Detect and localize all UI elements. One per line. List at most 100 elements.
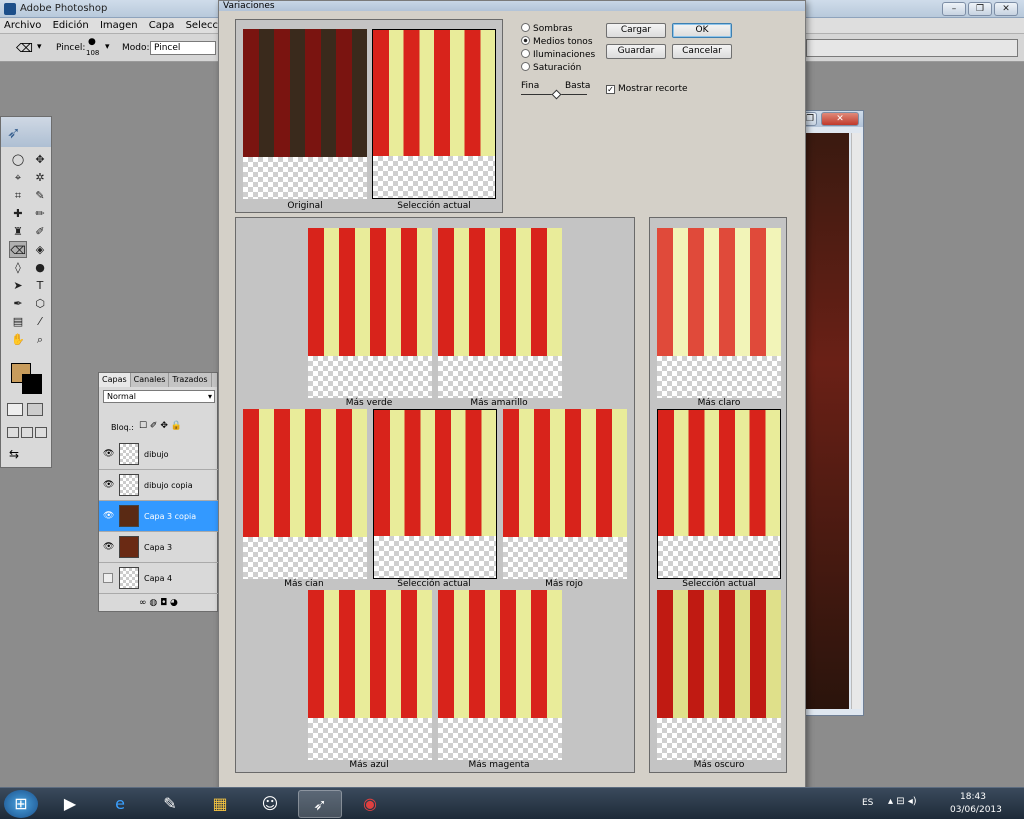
chrome-icon[interactable]: ◉: [348, 790, 392, 818]
notes-icon[interactable]: ▤: [9, 313, 27, 330]
history-brush-icon[interactable]: ✐: [31, 223, 49, 240]
bucket-icon[interactable]: ◈: [31, 241, 49, 258]
document-canvas[interactable]: [805, 133, 849, 709]
layer-row-capa-4[interactable]: Capa 4: [99, 563, 219, 594]
screen-mode-3-icon[interactable]: [35, 427, 47, 438]
layer-row-dibujo[interactable]: 👁 dibujo: [99, 439, 219, 470]
layer-name: Capa 3: [144, 543, 173, 552]
zoom-icon[interactable]: ⌕: [31, 331, 49, 348]
standard-mode-icon[interactable]: [7, 403, 23, 416]
ok-button[interactable]: OK: [672, 23, 732, 38]
eyedropper-icon[interactable]: ✎: [31, 187, 49, 204]
layer-footer-icons[interactable]: ∞ ◍ ◘ ◕: [139, 598, 178, 608]
polygon-lasso-icon[interactable]: ⌖: [9, 169, 27, 186]
tool-preset-chevron-down-icon[interactable]: ▾: [37, 42, 42, 52]
close-button[interactable]: ✕: [994, 2, 1018, 16]
tab-canales[interactable]: Canales: [131, 373, 170, 387]
variation-mas-amarillo[interactable]: [438, 228, 562, 398]
screen-mode-2-icon[interactable]: [21, 427, 33, 438]
brush-icon[interactable]: ✏: [31, 205, 49, 222]
radio-medios-tonos[interactable]: Medios tonos: [521, 36, 593, 47]
current-thumbnail[interactable]: [372, 29, 496, 199]
internet-explorer-icon[interactable]: e: [98, 790, 142, 818]
original-thumbnail[interactable]: [243, 29, 367, 199]
tray-icons[interactable]: ▴ ⊟ ◂): [888, 796, 917, 807]
quick-mask-icon[interactable]: [27, 403, 43, 416]
layer-row-dibujo-copia[interactable]: 👁 dibujo copia: [99, 470, 219, 501]
brightness-current[interactable]: [657, 409, 781, 579]
media-player-icon[interactable]: ▶: [48, 790, 92, 818]
jump-to-imageready-icon[interactable]: ⇆: [9, 447, 19, 461]
eye-icon[interactable]: 👁: [103, 511, 114, 521]
pen-icon[interactable]: ✒: [9, 295, 27, 312]
eyedropper2-icon[interactable]: ⁄: [31, 313, 49, 330]
restore-button[interactable]: ❐: [968, 2, 992, 16]
messenger-icon[interactable]: ☺: [248, 790, 292, 818]
variation-mas-claro[interactable]: [657, 228, 781, 398]
dodge-icon[interactable]: ●: [31, 259, 49, 276]
doc-scrollbar[interactable]: [851, 133, 861, 709]
lock-icons[interactable]: ☐ ✐ ✥ 🔒: [139, 421, 182, 431]
magic-wand-icon[interactable]: ✲: [31, 169, 49, 186]
radio-saturacion[interactable]: Saturación: [521, 62, 581, 73]
paint-icon[interactable]: ✎: [148, 790, 192, 818]
photoshop-taskbar-icon[interactable]: ➶: [298, 790, 342, 818]
label-mas-azul: Más azul: [349, 760, 389, 770]
screen-mode-1-icon[interactable]: [7, 427, 19, 438]
tab-trazados[interactable]: Trazados: [169, 373, 212, 387]
menu-imagen[interactable]: Imagen: [96, 18, 142, 33]
eye-icon[interactable]: 👁: [103, 542, 114, 552]
variation-mas-cian[interactable]: [243, 409, 367, 579]
brush-chevron-down-icon[interactable]: ▾: [105, 42, 110, 52]
layer-row-capa-3[interactable]: 👁 Capa 3: [99, 532, 219, 563]
minimize-button[interactable]: –: [942, 2, 966, 16]
clock-time[interactable]: 18:43: [960, 792, 986, 802]
visibility-box[interactable]: [103, 573, 113, 583]
layer-row-capa-3-copia[interactable]: 👁 Capa 3 copia: [99, 501, 219, 532]
explorer-folder-icon[interactable]: ▦: [198, 790, 242, 818]
eraser-icon[interactable]: ⌫: [16, 41, 33, 55]
crop-icon[interactable]: ⌗: [9, 187, 27, 204]
start-button[interactable]: ⊞: [4, 790, 38, 818]
show-clipping-checkbox[interactable]: ✓ Mostrar recorte: [606, 84, 688, 94]
blend-mode-select[interactable]: Normal ▾: [103, 390, 215, 403]
variation-mas-azul[interactable]: [308, 590, 432, 760]
variation-mas-oscuro[interactable]: [657, 590, 781, 760]
cancel-button[interactable]: Cancelar: [672, 44, 732, 59]
type-icon[interactable]: T: [31, 277, 49, 294]
variation-mas-verde[interactable]: [308, 228, 432, 398]
variation-mas-rojo[interactable]: [503, 409, 627, 579]
brush-dot-icon[interactable]: ●: [88, 37, 96, 47]
doc-close-button[interactable]: ✕: [821, 112, 859, 126]
move-icon[interactable]: ✥: [31, 151, 49, 168]
menu-capa[interactable]: Capa: [145, 18, 179, 33]
options-field[interactable]: [806, 39, 1018, 57]
save-button[interactable]: Guardar: [606, 44, 666, 59]
radio-sombras[interactable]: Sombras: [521, 23, 573, 34]
mode-select[interactable]: Pincel: [150, 41, 216, 55]
fine-coarse-slider-thumb[interactable]: [551, 89, 562, 100]
path-select-icon[interactable]: ➤: [9, 277, 27, 294]
lasso-icon[interactable]: ◯: [9, 151, 27, 168]
current-label: Selección actual: [397, 201, 471, 211]
variation-current[interactable]: [373, 409, 497, 579]
eye-icon[interactable]: 👁: [103, 449, 114, 459]
radio-iluminaciones[interactable]: Iluminaciones: [521, 49, 595, 60]
language-indicator[interactable]: ES: [862, 798, 873, 808]
eye-icon[interactable]: 👁: [103, 480, 114, 490]
menu-archivo[interactable]: Archivo: [0, 18, 45, 33]
variation-mas-magenta[interactable]: [438, 590, 562, 760]
shape-icon[interactable]: ⬡: [31, 295, 49, 312]
background-color-swatch[interactable]: [22, 374, 42, 394]
eraser-tool-icon[interactable]: ⌫: [9, 241, 27, 258]
tab-capas[interactable]: Capas: [99, 373, 131, 387]
load-button[interactable]: Cargar: [606, 23, 666, 38]
clock-date[interactable]: 03/06/2013: [950, 805, 1002, 815]
blur-icon[interactable]: ◊: [9, 259, 27, 276]
label-mas-magenta: Más magenta: [468, 760, 530, 770]
menu-edicion[interactable]: Edición: [49, 18, 93, 33]
healing-icon[interactable]: ✚: [9, 205, 27, 222]
hand-icon[interactable]: ✋: [9, 331, 27, 348]
stamp-icon[interactable]: ♜: [9, 223, 27, 240]
layer-thumbnail: [119, 505, 139, 527]
